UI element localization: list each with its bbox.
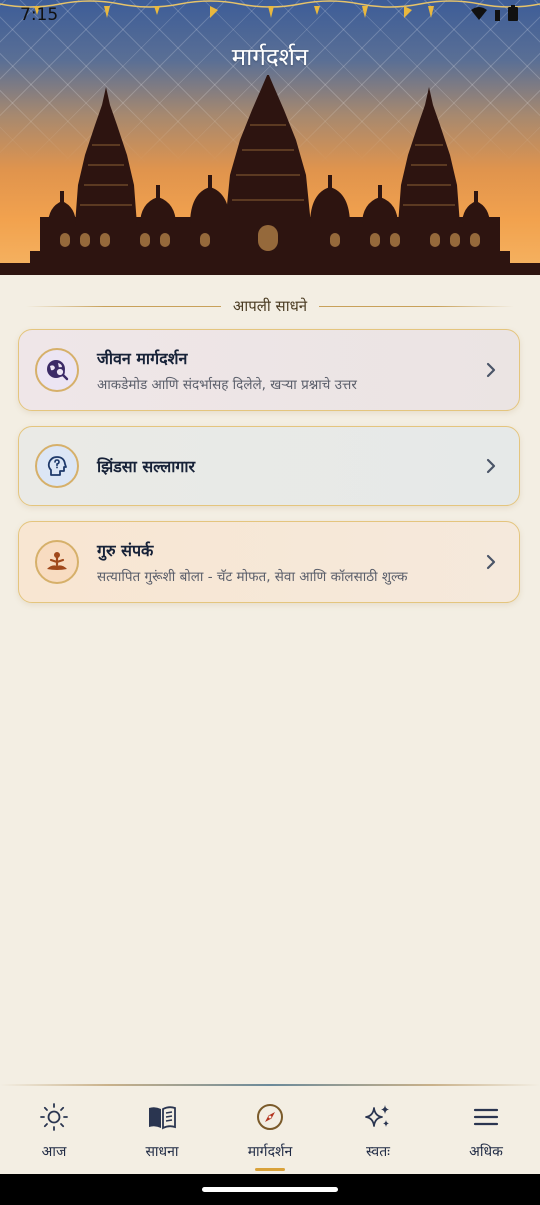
nav-label: आज (41, 1144, 67, 1160)
meditation-icon (35, 540, 79, 584)
card-title: गुरु संपर्क (97, 541, 154, 560)
chevron-right-icon (486, 362, 496, 378)
section-divider-right (319, 305, 514, 307)
nav-label: मार्गदर्शन (247, 1144, 293, 1160)
nav-item-aaj[interactable]: आज (0, 1086, 108, 1174)
card-subtitle: सत्यापित गुरूंशी बोला - चॅट मोफत, सेवा आ… (97, 569, 408, 585)
chevron-right-icon (486, 458, 496, 474)
status-icons (471, 5, 518, 25)
globe-search-icon (35, 348, 79, 392)
active-indicator (255, 1168, 285, 1171)
sun-icon (40, 1103, 68, 1131)
sparkles-icon (365, 1105, 389, 1127)
card-subtitle: आकडेमोड आणि संदर्भासह दिलेले, खऱ्या प्रश… (97, 377, 357, 393)
bottom-nav: आज साधना मार्गदर्शन स्वतः अधिक (0, 1086, 540, 1174)
nav-label: अधिक (469, 1144, 503, 1160)
nav-item-adhik[interactable]: अधिक (432, 1086, 540, 1174)
section-title: आपली साधने (232, 297, 308, 315)
chevron-right-icon (486, 554, 496, 570)
header-banner: 7:15 मार्गदर्शन (0, 0, 540, 275)
wifi-icon (471, 7, 488, 20)
card-title: जीवन मार्गदर्शन (97, 349, 188, 368)
nav-item-margdarshan[interactable]: मार्गदर्शन (216, 1086, 324, 1174)
battery-icon (508, 5, 518, 21)
card-jeevan-margdarshan[interactable]: जीवन मार्गदर्शन आकडेमोड आणि संदर्भासह दि… (18, 329, 520, 411)
head-question-icon (35, 444, 79, 488)
status-bar: 7:15 (0, 0, 540, 32)
card-zindsa-sallagar[interactable]: झिंडसा सल्लागार (18, 426, 520, 506)
signal-icon (494, 10, 500, 21)
compass-icon (257, 1104, 283, 1130)
home-gesture-bar[interactable] (202, 1187, 338, 1192)
status-time: 7:15 (20, 5, 59, 25)
page-title: मार्गदर्शन (231, 43, 309, 71)
card-title: झिंडसा सल्लागार (97, 457, 196, 476)
temple-silhouette (0, 75, 540, 275)
nav-label: साधना (145, 1144, 179, 1160)
nav-item-sadhana[interactable]: साधना (108, 1086, 216, 1174)
menu-icon (473, 1108, 499, 1126)
book-icon (149, 1106, 176, 1130)
section-header: आपली साधने (26, 294, 514, 318)
nav-label: स्वतः (365, 1144, 391, 1160)
section-divider-left (26, 305, 221, 307)
card-guru-sampark[interactable]: गुरु संपर्क सत्यापित गुरूंशी बोला - चॅट … (18, 521, 520, 603)
nav-item-swatah[interactable]: स्वतः (324, 1086, 432, 1174)
